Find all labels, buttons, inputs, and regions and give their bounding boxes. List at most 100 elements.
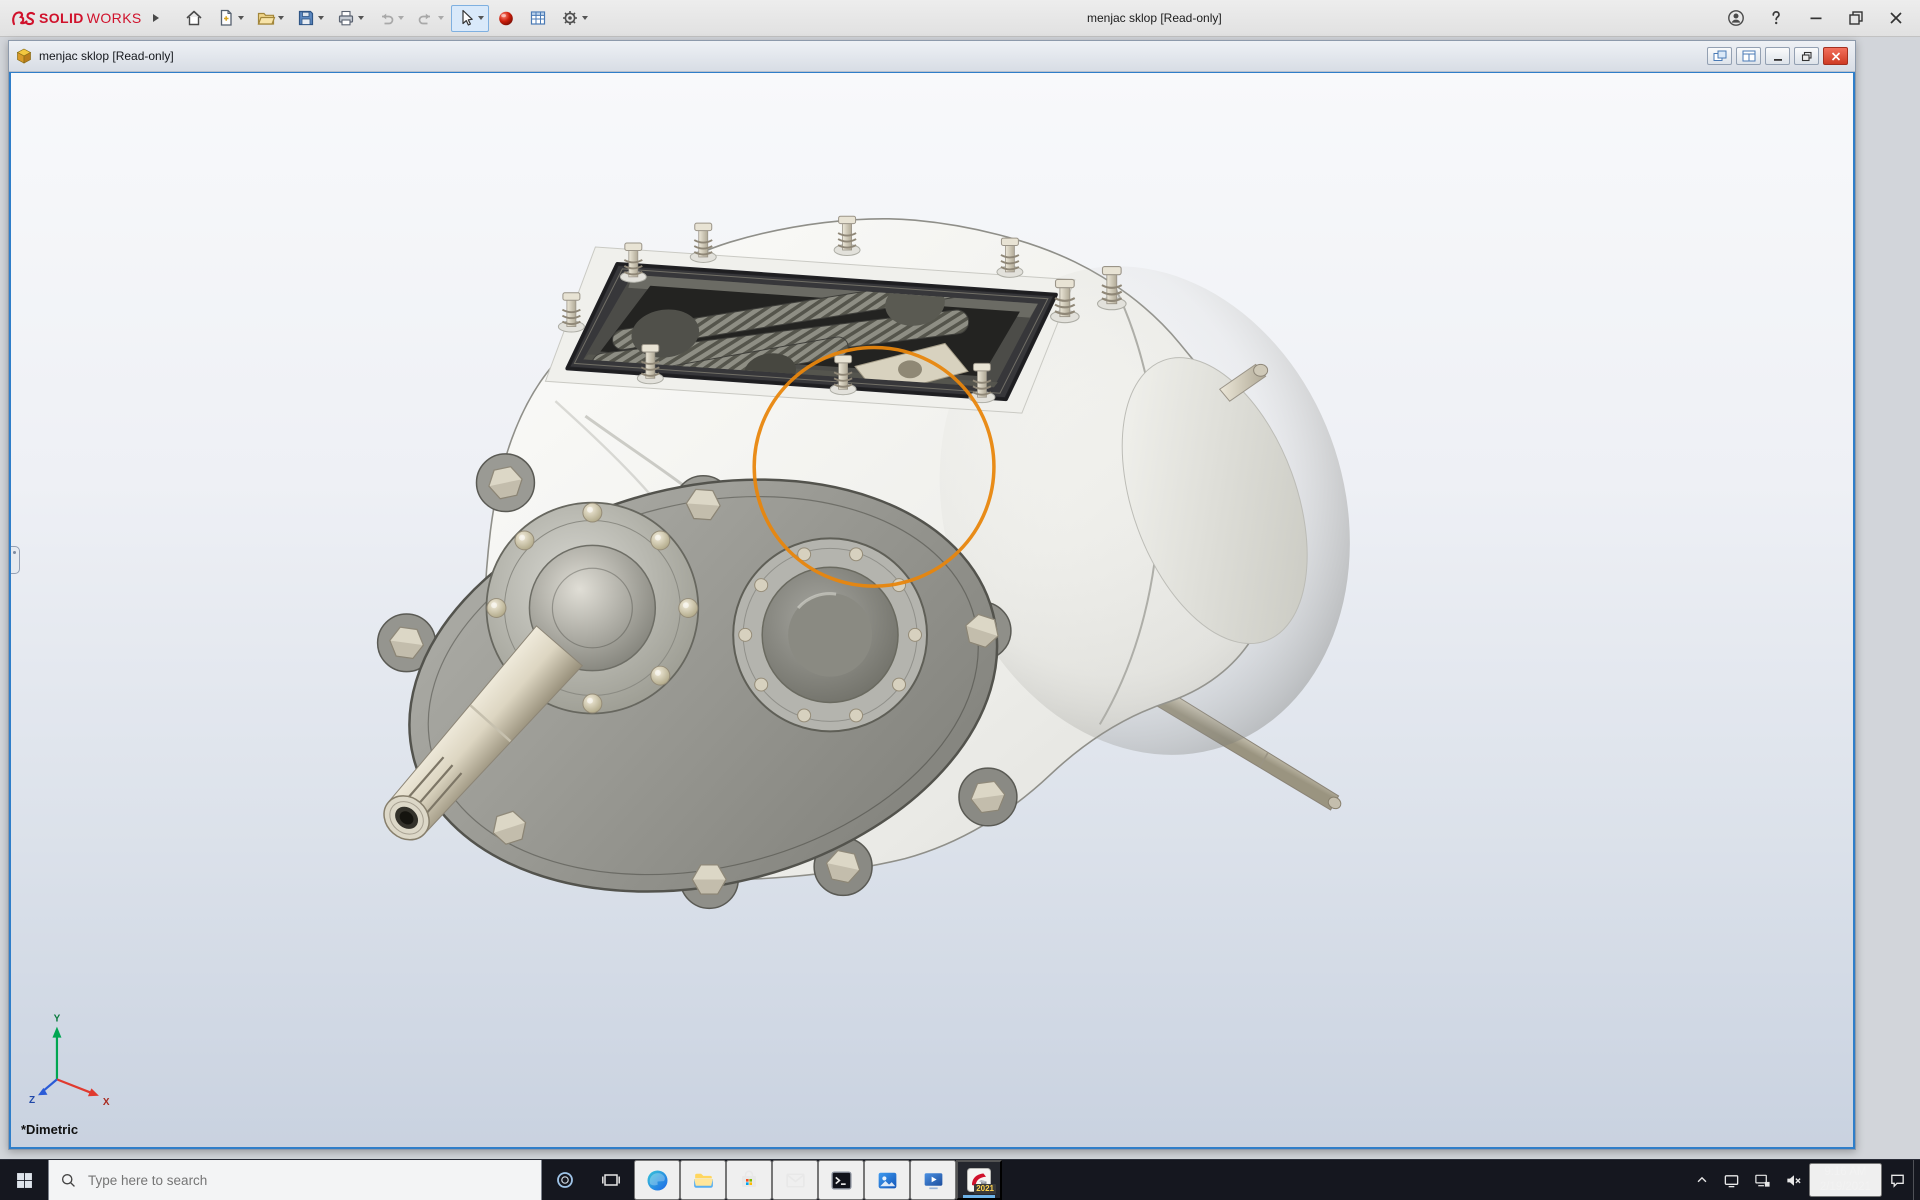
network-icon — [1755, 1174, 1770, 1187]
dropdown-caret[interactable] — [477, 16, 484, 20]
dropdown-caret[interactable] — [237, 16, 244, 20]
triad-x-label: X — [103, 1097, 110, 1108]
select-cursor-icon — [462, 9, 473, 26]
system-tray: 9:16 AM 2/19/2021 — [1688, 1160, 1920, 1200]
taskbar-app-store[interactable] — [726, 1160, 772, 1200]
triad-z-label: Z — [29, 1095, 35, 1106]
clock-date: 2/19/2021 — [1819, 1181, 1871, 1193]
open-folder-icon — [257, 12, 276, 25]
doc-close-button[interactable] — [1823, 47, 1848, 65]
volume-muted-icon — [1787, 1174, 1801, 1186]
new-window-icon — [1713, 50, 1726, 61]
taskbar-search[interactable] — [48, 1160, 542, 1200]
app-window-controls — [1716, 1, 1916, 36]
mdi-area: menjac sklop [Read-only] Y X Z *Dimetric — [0, 37, 1920, 1159]
task-view-icon — [602, 1174, 620, 1186]
red-sphere-button[interactable] — [491, 5, 521, 32]
brand-solid-text: SOLID — [39, 10, 84, 26]
solidworks-app: SOLID WORKS menjac sklop [Read-only] men… — [0, 0, 1920, 1200]
app-titlebar: SOLID WORKS menjac sklop [Read-only] — [0, 0, 1920, 37]
doc-minimize-icon — [1773, 58, 1782, 61]
dropdown-caret[interactable] — [357, 16, 364, 20]
cortana-button[interactable] — [542, 1160, 588, 1200]
new-document-button[interactable] — [211, 5, 249, 32]
clock-time: 9:16 AM — [1824, 1166, 1867, 1179]
action-center-button[interactable] — [1882, 1160, 1913, 1200]
solidworks-menu-button[interactable]: SOLID WORKS — [4, 9, 165, 27]
dropdown-caret[interactable] — [277, 16, 284, 20]
new-document-icon — [220, 9, 232, 26]
solidworks-logo-icon — [12, 11, 36, 26]
restore-icon — [1849, 11, 1863, 25]
close-button[interactable] — [1876, 1, 1916, 36]
minimize-icon — [1810, 17, 1822, 20]
task-view-button[interactable] — [588, 1160, 634, 1200]
network-tray-button[interactable] — [1747, 1160, 1778, 1200]
gearbox-3d-model[interactable]: Y X Z — [11, 73, 1853, 1147]
options-button[interactable] — [555, 5, 593, 32]
undo-button[interactable] — [371, 5, 409, 32]
spreadsheet-button[interactable] — [523, 5, 553, 32]
taskbar-app-solidworks[interactable]: 2021 — [956, 1160, 1002, 1200]
edge-icon — [647, 1170, 667, 1190]
round-cover-plate — [732, 537, 929, 733]
menu-expand-arrow-icon[interactable] — [152, 14, 159, 22]
document-window: menjac sklop [Read-only] Y X Z *Dimetric — [8, 40, 1856, 1150]
select-tool-button[interactable] — [450, 4, 489, 32]
save-button[interactable] — [291, 5, 329, 32]
dropdown-caret[interactable] — [437, 16, 444, 20]
taskbar-app-photos[interactable] — [864, 1160, 910, 1200]
doc-minimize-button[interactable] — [1765, 47, 1790, 65]
display-icon — [1724, 1174, 1739, 1187]
help-icon — [1772, 11, 1780, 25]
taskbar-app-movies-tv[interactable] — [910, 1160, 956, 1200]
search-icon — [61, 1173, 75, 1187]
windows-logo-icon — [16, 1172, 32, 1188]
print-button[interactable] — [331, 5, 369, 32]
orientation-triad: Y X Z — [29, 1014, 110, 1109]
dropdown-caret[interactable] — [317, 16, 324, 20]
taskbar-app-edge[interactable] — [634, 1160, 680, 1200]
cortana-icon — [557, 1172, 573, 1188]
redo-icon — [418, 13, 430, 25]
taskbar-clock[interactable]: 9:16 AM 2/19/2021 — [1808, 1163, 1882, 1197]
file-explorer-icon — [693, 1173, 713, 1188]
tile-window-button[interactable] — [1736, 47, 1761, 65]
taskbar-app-mail[interactable] — [772, 1160, 818, 1200]
hidden-icons-button[interactable] — [1688, 1160, 1716, 1200]
document-window-title: menjac sklop [Read-only] — [39, 49, 174, 63]
view-orientation-label: *Dimetric — [21, 1122, 79, 1137]
start-button[interactable] — [0, 1160, 48, 1200]
restore-button[interactable] — [1836, 1, 1876, 36]
terminal-icon — [830, 1170, 852, 1190]
dropdown-caret[interactable] — [581, 16, 588, 20]
taskbar-app-file-explorer[interactable] — [680, 1160, 726, 1200]
search-input[interactable] — [86, 1171, 530, 1189]
close-icon — [1890, 12, 1902, 24]
new-window-button[interactable] — [1707, 47, 1732, 65]
dropdown-caret[interactable] — [397, 16, 404, 20]
quick-access-toolbar — [179, 4, 593, 32]
show-desktop-button[interactable] — [1913, 1160, 1920, 1200]
account-button[interactable] — [1716, 1, 1756, 36]
taskbar-app-terminal[interactable] — [818, 1160, 864, 1200]
display-tray-button[interactable] — [1716, 1160, 1747, 1200]
home-button[interactable] — [179, 5, 209, 32]
home-icon — [186, 10, 202, 26]
minimize-button[interactable] — [1796, 1, 1836, 36]
volume-tray-button[interactable] — [1778, 1160, 1809, 1200]
print-icon — [338, 10, 353, 26]
open-button[interactable] — [251, 5, 289, 32]
document-window-titlebar[interactable]: menjac sklop [Read-only] — [9, 41, 1855, 72]
movies-tv-icon — [924, 1172, 942, 1189]
doc-restore-icon — [1801, 51, 1812, 61]
photos-icon — [878, 1172, 896, 1188]
viewport-3d[interactable]: Y X Z *Dimetric — [9, 72, 1855, 1149]
help-button[interactable] — [1756, 1, 1796, 36]
redo-button[interactable] — [411, 5, 449, 32]
doc-restore-button[interactable] — [1794, 47, 1819, 65]
undo-icon — [381, 13, 394, 25]
panel-splitter-handle[interactable] — [11, 545, 20, 574]
mail-icon — [785, 1172, 805, 1188]
doc-close-icon — [1831, 51, 1840, 61]
